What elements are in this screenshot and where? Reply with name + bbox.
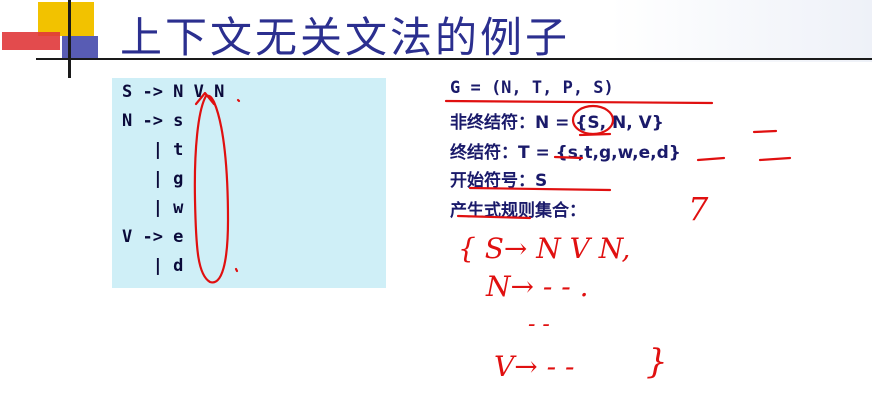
- handwritten-note: }: [646, 342, 668, 382]
- handwritten-note: 7: [688, 190, 709, 228]
- grammar-line: | w: [122, 198, 184, 218]
- decor-yellow-square: [38, 2, 94, 36]
- rules-line: 产生式规则集合：: [450, 201, 586, 221]
- terminals-line: 终结符：T = {s,t,g,w,e,d}: [450, 143, 681, 163]
- ink-mark-v: [752, 129, 778, 134]
- grammar-line: | d: [122, 256, 184, 276]
- grammar-line: | g: [122, 169, 184, 189]
- slide-title: 上下文无关文法的例子: [120, 13, 571, 62]
- decor-vertical-line: [68, 0, 71, 78]
- handwritten-note: N→ - - .: [486, 270, 589, 303]
- ink-mark-e: [758, 156, 792, 162]
- ink-underline-tuple: [444, 99, 714, 105]
- ink-mark-g: [696, 156, 726, 162]
- nonterminals-line: 非终结符：N = {S, N, V}: [450, 113, 664, 133]
- grammar-line: S -> N V N: [122, 82, 225, 102]
- ink-underline-n: [578, 132, 612, 137]
- handwritten-note: { S→ N V N,: [458, 232, 631, 265]
- decor-red-bar: [2, 32, 60, 50]
- handwritten-note: V→ - -: [494, 350, 575, 383]
- grammar-tuple: G = (N, T, P, S): [450, 78, 614, 98]
- start-symbol-line: 开始符号：S: [450, 171, 548, 191]
- handwritten-note: - -: [528, 312, 550, 337]
- grammar-line: V -> e: [122, 227, 184, 247]
- grammar-line: | t: [122, 140, 184, 160]
- grammar-box: S -> N V N N -> s | t | g | w V -> e | d: [112, 78, 386, 288]
- grammar-line: N -> s: [122, 111, 184, 131]
